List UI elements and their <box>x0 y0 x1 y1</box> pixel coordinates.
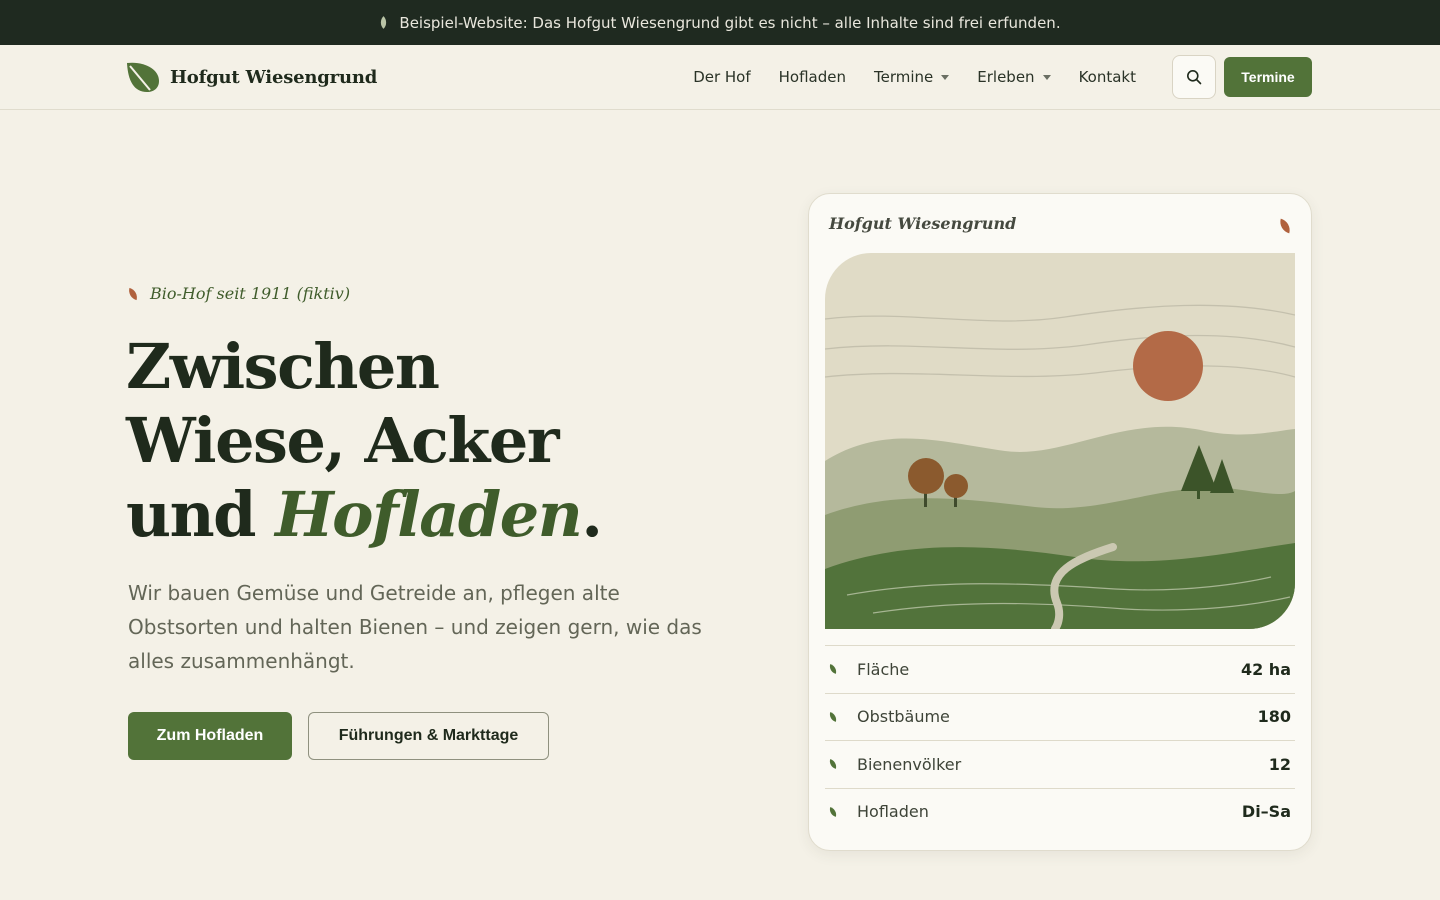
stat-value: 42 ha <box>1240 659 1291 679</box>
nav-item-hofladen[interactable]: Hofladen <box>779 68 846 86</box>
headline-line-2: Wiese, Acker <box>126 404 559 477</box>
headline-line-1: Zwischen <box>126 330 440 403</box>
eyebrow-text: Bio-Hof seit 1911 (fiktiv) <box>150 284 351 303</box>
brand-logo[interactable]: Hofgut Wiesengrund <box>126 61 377 93</box>
leaf-icon <box>1277 218 1293 234</box>
stat-value: 12 <box>1268 754 1291 774</box>
stat-row: Fläche 42 ha <box>825 645 1295 693</box>
headline-emphasis: Hofladen <box>275 478 583 551</box>
hero-eyebrow: Bio-Hof seit 1911 (fiktiv) <box>126 284 351 303</box>
landscape-illustration <box>825 253 1295 629</box>
main-nav: Der Hof Hofladen Termine Erleben Kontakt <box>693 45 1136 109</box>
leaf-bullet-icon <box>828 759 838 770</box>
stat-value: Di–Sa <box>1241 802 1291 822</box>
nav-label: Termine <box>874 68 934 86</box>
nav-item-termine[interactable]: Termine <box>874 68 950 86</box>
card-title: Hofgut Wiesengrund <box>829 214 1017 233</box>
nav-item-erleben[interactable]: Erleben <box>977 68 1051 86</box>
leaf-bullet-icon <box>828 664 838 675</box>
hero-lead: Wir bauen Gemüse und Getreide an, pflege… <box>128 581 702 673</box>
leaf-logo-icon <box>127 62 159 92</box>
stat-label: Hofladen <box>857 802 929 822</box>
stat-label: Obstbäume <box>857 707 950 727</box>
demo-banner: Beispiel-Website: Das Hofgut Wiesengrund… <box>0 0 1440 45</box>
stat-label: Bienenvölker <box>857 754 962 774</box>
nav-label: Hofladen <box>778 68 846 86</box>
leaf-bullet-icon <box>828 806 838 817</box>
stat-value: 180 <box>1257 707 1291 727</box>
headline-line-3-prefix: und <box>126 478 276 551</box>
nav-label: Der Hof <box>693 68 751 86</box>
nav-label: Kontakt <box>1078 68 1136 86</box>
farm-stats: Fläche 42 ha Obstbäume 180 Bienenvölker … <box>825 645 1295 835</box>
stat-row: Bienenvölker 12 <box>825 740 1295 788</box>
stat-label: Fläche <box>857 659 910 679</box>
brand-name: Hofgut Wiesengrund <box>170 66 378 88</box>
nav-item-kontakt[interactable]: Kontakt <box>1079 68 1136 86</box>
leaf-bullet-icon <box>828 711 838 722</box>
search-icon <box>1187 70 1202 85</box>
banner-text: Beispiel-Website: Das Hofgut Wiesengrund… <box>399 13 1061 32</box>
farm-info-card: Hofgut Wiesengrund Fläche 42 ha Obstbäum… <box>808 193 1312 851</box>
hero-headline: Zwischen Wiese, Acker und Hofladen. <box>126 330 603 552</box>
chevron-down-icon <box>1042 74 1051 80</box>
nav-item-der-hof[interactable]: Der Hof <box>693 68 750 86</box>
leaf-icon <box>126 287 140 300</box>
zum-hofladen-button[interactable]: Zum Hofladen <box>128 712 292 760</box>
stat-row: Obstbäume 180 <box>825 692 1295 741</box>
termine-cta-button[interactable]: Termine <box>1224 57 1312 97</box>
fuehrungen-button[interactable]: Führungen & Markttage <box>308 712 549 760</box>
search-button[interactable] <box>1172 55 1216 99</box>
chevron-down-icon <box>941 74 950 80</box>
headline-suffix: . <box>581 478 603 551</box>
stat-row: Hofladen Di–Sa <box>825 787 1295 836</box>
leaf-icon <box>377 16 391 29</box>
nav-label: Erleben <box>977 68 1035 86</box>
site-header: Hofgut Wiesengrund Der Hof Hofladen Term… <box>0 45 1440 110</box>
